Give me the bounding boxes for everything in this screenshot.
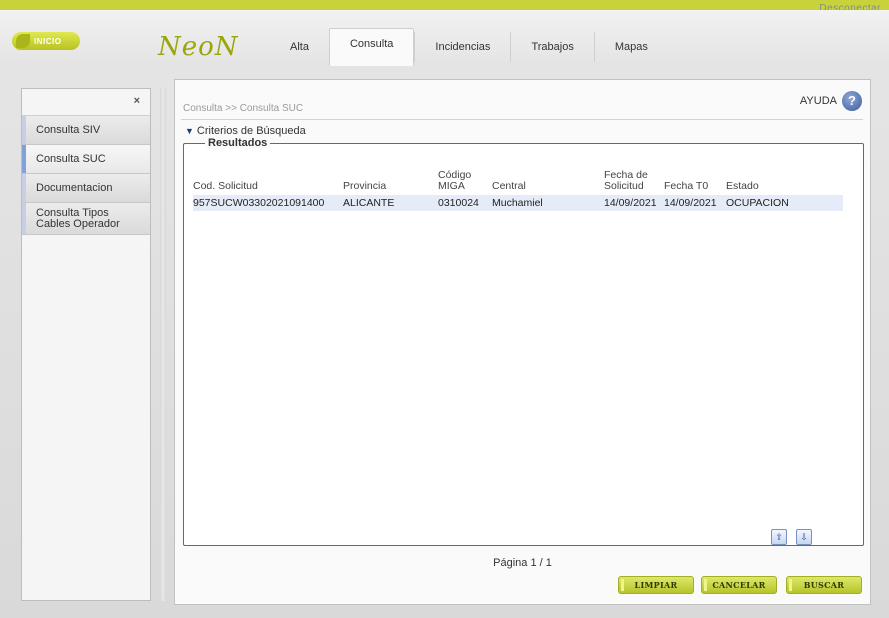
cell-codigo-miga: 0310024 [438,195,492,211]
export-up-icon[interactable]: ⇧ [771,529,787,545]
close-icon[interactable]: × [134,95,140,107]
sidebar-item-marker [22,174,26,202]
sidebar-item-label: Consulta Tipos Cables Operador [36,206,120,230]
leaf-icon [16,34,30,48]
triangle-down-icon: ▼ [185,126,194,136]
neon-logo: NeoN [158,32,239,62]
top-brand-strip [0,0,889,10]
main-tabs: Alta Consulta Incidencias Trabajos Mapas [270,28,668,66]
column-header[interactable]: Provincia [343,170,438,195]
sidebar: × Consulta SIV Consulta SUC Documentacio… [21,88,151,601]
app-header: INICIO NeoN Alta Consulta Incidencias Tr… [0,10,889,70]
column-header[interactable]: Código MIGA [438,170,492,195]
tab-trabajos[interactable]: Trabajos [510,32,593,62]
results-title: Resultados [205,137,271,149]
search-button-label: BUSCAR [803,580,845,590]
search-button[interactable]: BUSCAR [786,576,862,594]
cell-cod-solicitud: 957SUCW03302021091400 [193,195,343,211]
pagination: Página 1 / 1 [493,557,552,569]
table-header-row: Cod. Solicitud Provincia Código MIGA Cen… [193,170,843,195]
export-down-icon[interactable]: ⇩ [796,529,812,545]
cell-central: Muchamiel [492,195,604,211]
column-header[interactable]: Cod. Solicitud [193,170,343,195]
sidebar-item-consulta-tipos-cables[interactable]: Consulta Tipos Cables Operador [22,203,150,235]
home-label: INICIO [34,36,62,46]
column-header[interactable]: Fecha T0 [664,170,726,195]
column-header[interactable]: Estado [726,170,843,195]
sidebar-item-marker [22,116,26,144]
sidebar-item-documentacion[interactable]: Documentacion [22,174,150,203]
sidebar-item-label: Consulta SUC [36,153,106,165]
cancel-button-label: CANCELAR [712,580,766,590]
cancel-button[interactable]: CANCELAR [701,576,777,594]
help-label: AYUDA [799,95,837,107]
column-header[interactable]: Fecha de Solicitud [604,170,664,195]
sidebar-header: × [22,89,150,116]
sidebar-item-marker [22,145,26,173]
pager-controls: ⇧ ⇩ [771,529,812,545]
cell-fecha-solicitud: 14/09/2021 [604,195,664,211]
sidebar-item-consulta-siv[interactable]: Consulta SIV [22,116,150,145]
sidebar-item-label: Consulta SIV [36,124,101,136]
tab-mapas[interactable]: Mapas [593,32,668,62]
tab-incidencias[interactable]: Incidencias [414,32,510,62]
cell-estado: OCUPACION [726,195,843,211]
button-accent [621,579,624,591]
action-buttons: LIMPIAR CANCELAR BUSCAR [175,576,870,596]
tab-alta[interactable]: Alta [270,32,329,62]
sidebar-item-consulta-suc[interactable]: Consulta SUC [22,145,150,174]
results-panel: Cod. Solicitud Provincia Código MIGA Cen… [183,143,864,546]
cell-provincia: ALICANTE [343,195,438,211]
results-table: Cod. Solicitud Provincia Código MIGA Cen… [193,170,843,211]
clear-button-label: LIMPIAR [634,580,678,590]
cell-fecha-t0: 14/09/2021 [664,195,726,211]
column-header[interactable]: Central [492,170,604,195]
question-icon: ? [842,91,862,111]
tab-consulta[interactable]: Consulta [328,28,415,66]
button-accent [789,579,792,591]
button-accent [704,579,707,591]
search-criteria-toggle[interactable]: ▼ Criterios de Búsqueda [185,125,306,137]
sidebar-item-marker [22,203,26,234]
help-link[interactable]: AYUDA ? [800,91,862,111]
table-row[interactable]: 957SUCW03302021091400 ALICANTE 0310024 M… [193,195,843,211]
main-panel: Consulta >> Consulta SUC AYUDA ? ▼ Crite… [174,79,871,605]
breadcrumb: Consulta >> Consulta SUC [183,103,304,114]
sidebar-item-label: Documentacion [36,182,113,194]
column-header-label: Código MIGA [438,169,472,192]
criteria-label: Criterios de Búsqueda [196,125,306,137]
divider [181,119,863,120]
clear-button[interactable]: LIMPIAR [618,576,694,594]
panel-divider[interactable] [160,88,166,601]
column-header-label: Fecha de Solicitud [604,169,648,192]
home-button[interactable]: INICIO [12,32,80,50]
